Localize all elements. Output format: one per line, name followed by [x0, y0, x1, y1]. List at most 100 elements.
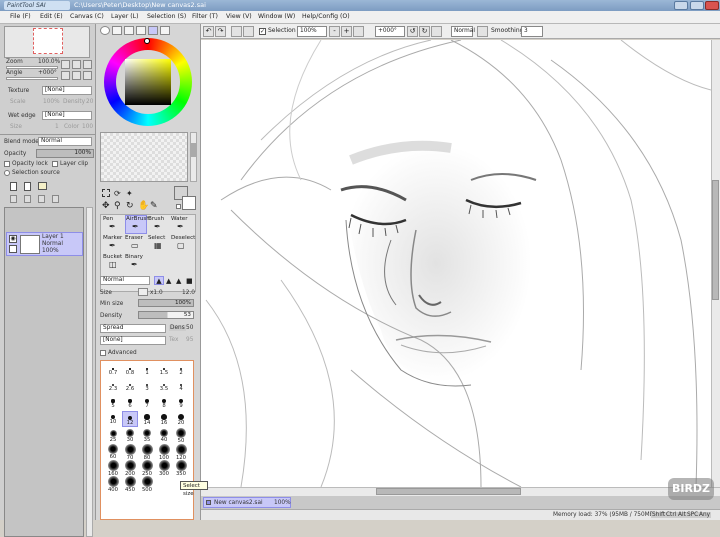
size-multiplier-select[interactable] — [138, 288, 148, 296]
color-mix-mode-icon[interactable] — [136, 26, 146, 35]
layer-clip-checkbox[interactable] — [52, 161, 58, 167]
opacity-slider[interactable]: 100% — [36, 149, 94, 158]
rotate-right-button[interactable] — [72, 71, 81, 80]
navigator-preview[interactable] — [4, 26, 90, 58]
brush-size-1[interactable]: 1 — [139, 363, 155, 376]
hsv-slider-mode-icon[interactable] — [124, 26, 134, 35]
brush-size-60[interactable]: 60 — [105, 443, 121, 460]
brush-size-14[interactable]: 14 — [139, 411, 155, 426]
layer-list-scrollbar[interactable] — [86, 207, 93, 537]
menu-selection[interactable]: Selection (S) — [147, 13, 186, 20]
menu-view[interactable]: View (V) — [226, 13, 252, 20]
view-mode-select[interactable]: Normal — [451, 26, 475, 37]
zoom-tool-icon[interactable]: ⚲ — [114, 201, 121, 211]
toolbar-rotate-left-icon[interactable]: ↺ — [407, 26, 418, 37]
toolbar-zoom-out-icon[interactable]: - — [329, 26, 340, 37]
zoom-slider[interactable] — [6, 66, 58, 69]
smoothing-select[interactable]: 3 — [521, 26, 543, 37]
wet-edge-select[interactable]: [None] — [42, 111, 92, 120]
minimize-button[interactable] — [674, 1, 688, 10]
brush-size-100[interactable]: 100 — [156, 443, 172, 461]
brush-size-6[interactable]: 6 — [122, 395, 138, 409]
drawing-canvas[interactable] — [201, 40, 711, 487]
brush-size-9[interactable]: 9 — [173, 395, 189, 409]
toolbar-zoom-reset-icon[interactable] — [353, 26, 364, 37]
brush-size-350[interactable]: 350 — [173, 459, 189, 477]
rotate-tool-icon[interactable]: ↻ — [126, 201, 134, 211]
swatches-mode-icon[interactable] — [148, 26, 158, 35]
brush-size-0.8[interactable]: 0.8 — [122, 363, 138, 376]
brush-mode-select[interactable]: Normal — [100, 276, 150, 285]
brush-size-16[interactable]: 16 — [156, 411, 172, 426]
menu-file[interactable]: File (F) — [10, 13, 31, 20]
flip-horizontal-icon[interactable] — [477, 26, 488, 37]
eye-icon[interactable]: ◉ — [9, 235, 17, 243]
lasso-icon[interactable]: ⟳ — [114, 189, 121, 198]
tool-water[interactable]: Water ✒ — [171, 216, 195, 234]
rect-select-icon[interactable] — [102, 189, 110, 197]
opacity-lock-checkbox[interactable] — [4, 161, 10, 167]
move-icon[interactable]: ✥ — [102, 201, 110, 211]
color-wheel-mode-icon[interactable] — [100, 26, 110, 35]
menu-help-config[interactable]: Help/Config (O) — [302, 13, 350, 20]
deselect-icon[interactable] — [231, 26, 242, 37]
menu-filter[interactable]: Filter (T) — [192, 13, 218, 20]
menu-edit[interactable]: Edit (E) — [40, 13, 63, 20]
brush-size-70[interactable]: 70 — [122, 443, 138, 461]
new-folder-icon[interactable] — [38, 182, 47, 190]
brush-size-4[interactable]: 4 — [173, 379, 189, 392]
brush-size-20[interactable]: 20 — [173, 411, 189, 426]
brush-size-40[interactable]: 40 — [156, 427, 172, 443]
menu-window[interactable]: Window (W) — [258, 13, 295, 20]
merge-down-icon[interactable] — [24, 195, 31, 203]
vertical-scroll-thumb[interactable] — [712, 180, 719, 300]
close-button[interactable] — [705, 1, 719, 10]
angle-select[interactable]: +000° — [375, 26, 405, 37]
brush-size-3[interactable]: 3 — [139, 379, 155, 392]
advanced-checkbox[interactable] — [100, 350, 106, 356]
brush-shape-round-icon[interactable]: ▲ — [166, 277, 171, 285]
brush-size-12[interactable]: 12 — [122, 411, 138, 428]
transfer-down-icon[interactable] — [10, 195, 17, 203]
brush-size-10[interactable]: 10 — [105, 411, 121, 425]
density-slider[interactable]: 53 — [138, 311, 194, 319]
color-wheel[interactable] — [104, 38, 192, 126]
tool-brush[interactable]: Brush ✒ — [148, 216, 170, 234]
color-swatches[interactable] — [100, 132, 188, 182]
zoom-select[interactable]: 100% — [297, 26, 327, 37]
selection-checkbox[interactable]: ✓ — [259, 28, 266, 35]
toolbar-rotate-reset-icon[interactable] — [431, 26, 442, 37]
brush-size-25[interactable]: 25 — [105, 427, 121, 443]
secondary-color-swatch[interactable] — [182, 196, 196, 210]
brush-size-50[interactable]: 50 — [173, 427, 189, 444]
redo-icon[interactable]: ↷ — [215, 26, 226, 37]
toolbar-zoom-in-icon[interactable]: + — [341, 26, 352, 37]
brush-size-500[interactable]: 500 — [139, 475, 155, 493]
tool-select[interactable]: Select ▦ — [148, 235, 170, 253]
tool-eraser[interactable]: Eraser ▭ — [125, 235, 147, 253]
texture-select[interactable]: [None] — [42, 86, 92, 95]
brush-size-2.3[interactable]: 2.3 — [105, 379, 121, 392]
brush-shape-sharp-icon[interactable]: ▲ — [154, 276, 164, 285]
brush-size-30[interactable]: 30 — [122, 427, 138, 443]
brush-size-400[interactable]: 400 — [105, 475, 121, 493]
brush-size-450[interactable]: 450 — [122, 475, 138, 493]
brush-texture-select[interactable]: [None] — [100, 336, 166, 345]
hand-tool-icon[interactable]: ✋ — [138, 201, 149, 211]
new-linework-layer-icon[interactable] — [24, 182, 31, 191]
undo-icon[interactable]: ↶ — [203, 26, 214, 37]
brush-size-0.7[interactable]: 0.7 — [105, 363, 121, 376]
magic-wand-icon[interactable]: ✦ — [126, 189, 133, 198]
zoom-in-button[interactable] — [72, 60, 81, 69]
horizontal-scroll-thumb[interactable] — [376, 488, 521, 495]
menu-canvas[interactable]: Canvas (C) — [70, 13, 104, 20]
brush-size-300[interactable]: 300 — [156, 459, 172, 477]
maximize-button[interactable] — [690, 1, 704, 10]
brush-lock-icon[interactable] — [9, 245, 17, 253]
saturation-value-square[interactable] — [125, 59, 171, 105]
brush-size-5[interactable]: 5 — [105, 395, 121, 409]
rgb-slider-mode-icon[interactable] — [112, 26, 122, 35]
brush-size-2[interactable]: 2 — [173, 363, 189, 376]
rotate-reset-button[interactable] — [83, 71, 92, 80]
swatches-scrollbar[interactable] — [190, 132, 197, 182]
